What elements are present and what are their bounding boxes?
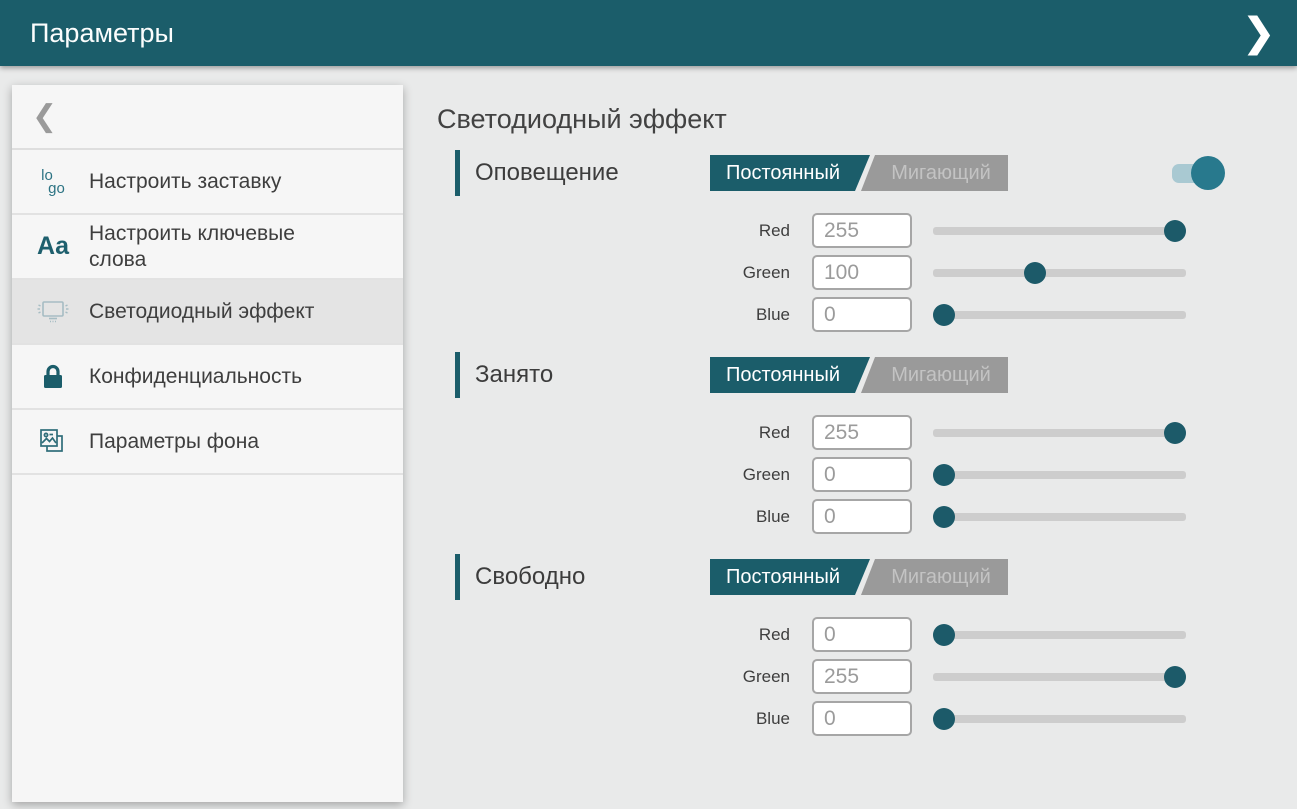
slider-thumb[interactable]: [1024, 262, 1046, 284]
sidebar-item-keywords[interactable]: Aa Настроить ключевые слова: [12, 215, 403, 280]
slider-thumb[interactable]: [933, 464, 955, 486]
mode-segmented-control: Постоянный Мигающий: [710, 357, 1008, 393]
red-slider[interactable]: [933, 415, 1186, 450]
slider-track: [933, 513, 1186, 521]
slider-track: [933, 673, 1186, 681]
mode-blinking-button[interactable]: Мигающий: [860, 155, 1008, 191]
green-slider[interactable]: [933, 255, 1186, 290]
mode-blinking-button[interactable]: Мигающий: [860, 559, 1008, 595]
mode-constant-button[interactable]: Постоянный: [710, 559, 870, 595]
sidebar-item-background[interactable]: Параметры фона: [12, 410, 403, 475]
red-label: Red: [403, 221, 790, 241]
section-accent-bar: [455, 352, 460, 398]
slider-track: [933, 429, 1186, 437]
slider-track: [933, 715, 1186, 723]
green-slider[interactable]: [933, 457, 1186, 492]
chevron-left-icon[interactable]: ❮: [32, 102, 57, 132]
sidebar-item-privacy[interactable]: Конфиденциальность: [12, 345, 403, 410]
blue-label: Blue: [403, 709, 790, 729]
blue-slider[interactable]: [933, 499, 1186, 534]
slider-track: [933, 311, 1186, 319]
sidebar-item-screensaver[interactable]: logo Настроить заставку: [12, 150, 403, 215]
slider-track: [933, 227, 1186, 235]
top-bar: Параметры ❯: [0, 0, 1297, 66]
blue-input[interactable]: [812, 499, 912, 534]
page-title: Светодиодный эффект: [437, 102, 1297, 136]
section-accent-bar: [455, 150, 460, 196]
slider-thumb[interactable]: [1164, 220, 1186, 242]
section-free: Свободно Постоянный Мигающий Red Green B…: [403, 554, 1297, 736]
led-monitor-icon: [34, 297, 72, 327]
logo-icon: logo: [34, 169, 72, 195]
chevron-right-icon[interactable]: ❯: [1241, 13, 1275, 53]
blue-label: Blue: [403, 305, 790, 325]
mode-segmented-control: Постоянный Мигающий: [710, 155, 1008, 191]
keywords-icon: Aa: [34, 232, 72, 261]
green-label: Green: [403, 465, 790, 485]
main-content: Светодиодный эффект Оповещение Постоянны…: [403, 66, 1297, 809]
red-slider[interactable]: [933, 213, 1186, 248]
slider-thumb[interactable]: [933, 624, 955, 646]
mode-blinking-button[interactable]: Мигающий: [860, 357, 1008, 393]
section-busy: Занято Постоянный Мигающий Red Green Blu…: [403, 352, 1297, 534]
slider-track: [933, 631, 1186, 639]
green-input[interactable]: [812, 457, 912, 492]
green-slider[interactable]: [933, 659, 1186, 694]
blue-input[interactable]: [812, 701, 912, 736]
slider-thumb[interactable]: [933, 506, 955, 528]
background-images-icon: [34, 426, 72, 458]
blue-label: Blue: [403, 507, 790, 527]
blue-input[interactable]: [812, 297, 912, 332]
sidebar-item-label: Настроить ключевые слова: [89, 221, 339, 273]
red-slider[interactable]: [933, 617, 1186, 652]
red-label: Red: [403, 625, 790, 645]
section-notification: Оповещение Постоянный Мигающий Red Green: [403, 150, 1297, 332]
slider-thumb[interactable]: [933, 304, 955, 326]
blue-slider[interactable]: [933, 297, 1186, 332]
section-title: Занято: [475, 361, 695, 389]
sidebar: ❮ logo Настроить заставку Aa Настроить к…: [12, 85, 403, 802]
green-input[interactable]: [812, 659, 912, 694]
section-title: Свободно: [475, 563, 695, 591]
red-input[interactable]: [812, 415, 912, 450]
mode-constant-button[interactable]: Постоянный: [710, 357, 870, 393]
toggle-knob: [1191, 156, 1225, 190]
sidebar-item-label: Параметры фона: [89, 429, 259, 455]
slider-track: [933, 269, 1186, 277]
red-label: Red: [403, 423, 790, 443]
lock-icon: [34, 362, 72, 392]
green-label: Green: [403, 263, 790, 283]
slider-thumb[interactable]: [1164, 666, 1186, 688]
green-label: Green: [403, 667, 790, 687]
section-accent-bar: [455, 554, 460, 600]
app-title: Параметры: [30, 18, 174, 49]
sidebar-item-led-effect[interactable]: Светодиодный эффект: [12, 280, 403, 345]
slider-thumb[interactable]: [1164, 422, 1186, 444]
green-input[interactable]: [812, 255, 912, 290]
mode-constant-button[interactable]: Постоянный: [710, 155, 870, 191]
sidebar-back-row[interactable]: ❮: [12, 85, 403, 150]
slider-track: [933, 471, 1186, 479]
blue-slider[interactable]: [933, 701, 1186, 736]
sidebar-item-label: Светодиодный эффект: [89, 299, 314, 325]
sidebar-item-label: Настроить заставку: [89, 169, 281, 195]
section-title: Оповещение: [475, 159, 695, 187]
mode-segmented-control: Постоянный Мигающий: [710, 559, 1008, 595]
slider-thumb[interactable]: [933, 708, 955, 730]
sidebar-item-label: Конфиденциальность: [89, 364, 302, 390]
red-input[interactable]: [812, 617, 912, 652]
red-input[interactable]: [812, 213, 912, 248]
notification-toggle-switch[interactable]: [1172, 155, 1226, 191]
